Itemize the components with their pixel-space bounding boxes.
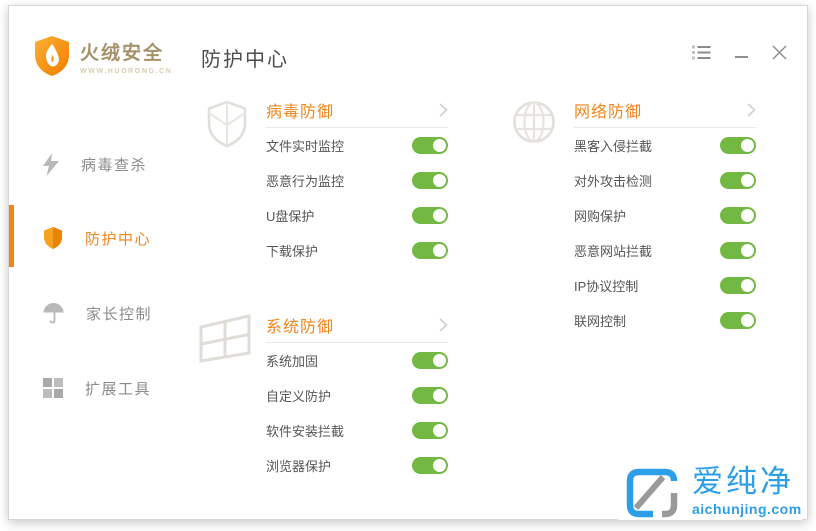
protection-label: 自定义防护 — [266, 389, 332, 404]
toggle-switch[interactable] — [412, 137, 448, 154]
watermark-domain: aichunjing.com — [692, 501, 802, 517]
protection-label: 浏览器保护 — [266, 459, 332, 474]
close-icon[interactable] — [772, 44, 787, 60]
window-controls — [692, 42, 787, 62]
protection-label: 恶意行为监控 — [266, 174, 345, 189]
section-title: 网络防御 — [574, 103, 643, 121]
sidebar-item-parental-control[interactable]: 家长控制 — [43, 298, 152, 328]
screenshot-stage: 火绒安全 WWW.HUORONG.CN 防护中心 病毒查杀 防护中心 家长控制 … — [0, 0, 816, 531]
toggle-switch[interactable] — [720, 172, 756, 189]
shield-icon — [44, 227, 62, 249]
section-rows: 文件实时监控 恶意行为监控 U盘保护 下载保护 — [266, 128, 448, 268]
sidebar-item-label: 扩展工具 — [85, 380, 152, 398]
protection-label: 对外攻击检测 — [574, 174, 653, 189]
sidebar-active-indicator — [9, 205, 14, 267]
protection-row: 联网控制 — [574, 303, 756, 338]
protection-label: 系统加固 — [266, 354, 319, 369]
protection-label: 文件实时监控 — [266, 139, 345, 154]
sidebar-item-protection-center[interactable]: 防护中心 — [43, 223, 151, 253]
toggle-switch[interactable] — [412, 352, 448, 369]
toggle-switch[interactable] — [412, 242, 448, 259]
protection-label: 下载保护 — [266, 244, 319, 259]
minimize-icon[interactable] — [735, 46, 748, 58]
protection-row: 软件安装拦截 — [266, 413, 448, 448]
brand-text: 火绒安全 WWW.HUORONG.CN — [80, 38, 172, 75]
toggle-switch[interactable] — [412, 422, 448, 439]
toggle-switch[interactable] — [720, 277, 756, 294]
section-header[interactable]: 系统防御 — [266, 315, 448, 343]
section-header[interactable]: 病毒防御 — [266, 100, 448, 128]
watermark-text: 爱纯净 aichunjing.com — [692, 464, 802, 516]
chevron-right-icon — [439, 102, 448, 117]
globe-icon — [513, 101, 555, 143]
shield-outline-icon — [207, 100, 247, 148]
windows-icon — [199, 314, 251, 363]
huorong-shield-logo-icon — [35, 36, 69, 76]
brand-site-url: WWW.HUORONG.CN — [80, 67, 173, 75]
toggle-switch[interactable] — [720, 207, 756, 224]
section-title: 系统防御 — [266, 318, 335, 336]
toggle-switch[interactable] — [720, 137, 756, 154]
section-title: 病毒防御 — [266, 103, 335, 121]
protection-label: IP协议控制 — [574, 279, 639, 294]
toggle-switch[interactable] — [412, 457, 448, 474]
toggle-switch[interactable] — [720, 312, 756, 329]
protection-row: 自定义防护 — [266, 378, 448, 413]
sidebar-item-label: 病毒查杀 — [81, 156, 148, 174]
section-virus-defense: 病毒防御 文件实时监控 恶意行为监控 U盘保护 下载保护 — [266, 100, 448, 268]
protection-row: 系统加固 — [266, 343, 448, 378]
protection-row: 对外攻击检测 — [574, 163, 756, 198]
protection-row: 恶意行为监控 — [266, 163, 448, 198]
section-system-defense: 系统防御 系统加固 自定义防护 软件安装拦截 浏览器保护 — [266, 315, 448, 483]
toggle-switch[interactable] — [412, 387, 448, 404]
protection-label: 网购保护 — [574, 209, 627, 224]
section-rows: 系统加固 自定义防护 软件安装拦截 浏览器保护 — [266, 343, 448, 483]
protection-row: 网购保护 — [574, 198, 756, 233]
section-header[interactable]: 网络防御 — [574, 100, 756, 128]
umbrella-icon — [43, 302, 64, 324]
watermark-name: 爱纯净 — [692, 464, 794, 499]
sidebar-item-extension-tools[interactable]: 扩展工具 — [43, 373, 151, 403]
protection-label: 恶意网站拦截 — [574, 244, 653, 259]
protection-row: 下载保护 — [266, 233, 448, 268]
site-watermark: 爱纯净 aichunjing.com — [618, 464, 802, 520]
chevron-right-icon — [747, 102, 756, 117]
protection-label: 黑客入侵拦截 — [574, 139, 653, 154]
protection-row: 文件实时监控 — [266, 128, 448, 163]
protection-row: 浏览器保护 — [266, 448, 448, 483]
section-network-defense: 网络防御 黑客入侵拦截 对外攻击检测 网购保护 恶意网站拦截 IP协议控制 联网… — [574, 100, 756, 338]
sidebar-item-label: 家长控制 — [86, 305, 153, 323]
lightning-icon — [43, 152, 59, 176]
brand-name: 火绒安全 — [80, 42, 165, 64]
protection-label: 软件安装拦截 — [266, 424, 345, 439]
protection-row: IP协议控制 — [574, 268, 756, 303]
protection-row: 黑客入侵拦截 — [574, 128, 756, 163]
sidebar-item-virus-scan[interactable]: 病毒查杀 — [43, 149, 147, 179]
section-rows: 黑客入侵拦截 对外攻击检测 网购保护 恶意网站拦截 IP协议控制 联网控制 — [574, 128, 756, 338]
app-window: 火绒安全 WWW.HUORONG.CN 防护中心 病毒查杀 防护中心 家长控制 … — [8, 5, 808, 520]
grid-icon — [43, 378, 63, 398]
toggle-switch[interactable] — [412, 172, 448, 189]
protection-label: 联网控制 — [574, 314, 627, 329]
toggle-switch[interactable] — [720, 242, 756, 259]
aichunjing-logo-icon — [626, 468, 678, 518]
toggle-switch[interactable] — [412, 207, 448, 224]
page-title: 防护中心 — [201, 49, 289, 71]
menu-icon[interactable] — [692, 45, 711, 60]
sidebar-item-label: 防护中心 — [85, 230, 152, 248]
app-logo: 火绒安全 WWW.HUORONG.CN — [33, 35, 172, 77]
chevron-right-icon — [439, 317, 448, 332]
protection-row: 恶意网站拦截 — [574, 233, 756, 268]
protection-row: U盘保护 — [266, 198, 448, 233]
protection-label: U盘保护 — [266, 209, 315, 224]
